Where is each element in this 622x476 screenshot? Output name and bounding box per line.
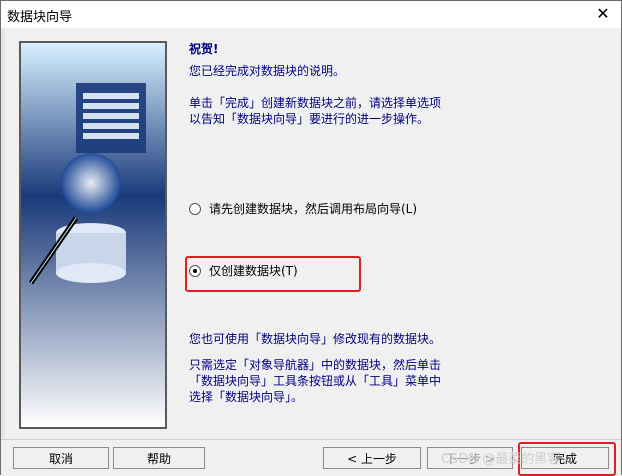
window-title: 数据块向导	[7, 10, 73, 25]
radio-create-then-layout[interactable]: 请先创建数据块，然后调用布局向导(L)	[189, 201, 417, 217]
close-icon[interactable]: ✕	[593, 4, 613, 24]
wizard-illustration	[21, 43, 165, 427]
note-line-3: 「数据块向导」工具条按钮或从「工具」菜单中	[189, 374, 442, 388]
wizard-art-icon	[21, 43, 165, 427]
back-button[interactable]: < 上一步	[323, 447, 421, 469]
note-line-1: 您也可使用「数据块向导」修改现有的数据块。	[189, 332, 442, 346]
instruction-line-2: 以告知「数据块向导」要进行的进一步操作。	[189, 112, 430, 126]
wizard-content: 祝贺! 您已经完成对数据块的说明。 单击「完成」创建新数据块之前，请选择单选项 …	[177, 39, 617, 439]
radio-label-create-then-layout: 请先创建数据块，然后调用布局向导(L)	[209, 202, 418, 216]
help-button[interactable]: 帮助	[113, 447, 205, 469]
cancel-button[interactable]: 取消	[13, 447, 109, 469]
red-highlight-option	[185, 256, 361, 292]
note-line-2: 只需选定「对象导航器」中的数据块，然后单击	[189, 358, 442, 372]
instruction-line-1: 单击「完成」创建新数据块之前，请选择单选项	[189, 96, 442, 110]
heading: 祝贺!	[189, 42, 219, 56]
wizard-illustration-frame	[19, 41, 167, 429]
left-edge-strip	[1, 29, 5, 439]
wizard-window: 数据块向导 ✕ 祝贺! 您已经完成对数据块的说明。 单击「完成」创建新数据块之前…	[0, 0, 622, 476]
note-line-4: 选择「数据块向导」。	[189, 390, 304, 404]
completion-text: 您已经完成对数据块的说明。	[189, 64, 346, 78]
radio-circle-icon[interactable]	[189, 203, 201, 215]
title-bar: 数据块向导 ✕	[1, 1, 621, 28]
watermark: CSDN @最菜的黑客	[441, 452, 561, 467]
